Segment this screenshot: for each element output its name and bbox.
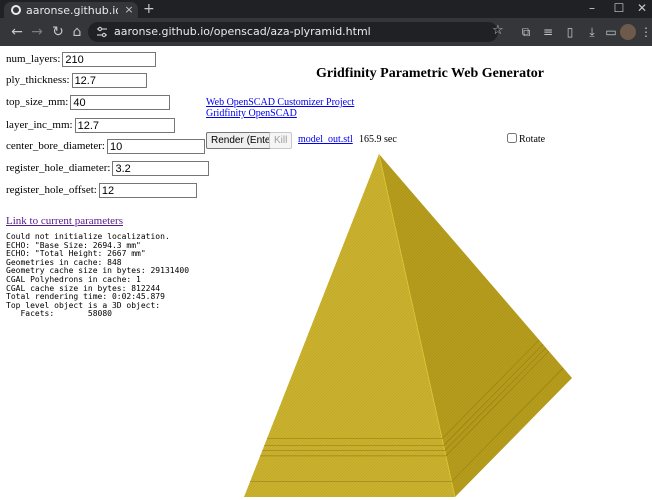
site-info-icon[interactable] xyxy=(96,26,108,38)
pyramid-model xyxy=(244,153,572,498)
console-output: Could not initialize localization. ECHO:… xyxy=(6,232,189,319)
param-center-bore: center_bore_diameter: xyxy=(6,139,205,154)
downloads-icon[interactable]: ⤓ xyxy=(584,23,600,41)
link-web-openscad-customizer[interactable]: Web OpenSCAD Customizer Project xyxy=(206,97,354,108)
param-label: layer_inc_mm: xyxy=(6,119,73,132)
param-label: top_size_mm: xyxy=(6,96,69,109)
reading-list-icon[interactable]: ≡ xyxy=(540,23,556,41)
url-text: aaronse.github.io/openscad/aza-plyramid.… xyxy=(114,25,371,38)
link-current-parameters[interactable]: Link to current parameters xyxy=(6,215,123,227)
github-favicon-icon xyxy=(11,5,21,15)
page-content: num_layers: ply_thickness: top_size_mm: … xyxy=(0,46,652,500)
maximize-button[interactable]: ☐ xyxy=(609,1,629,15)
page-title: Gridfinity Parametric Web Generator xyxy=(316,66,544,81)
param-input[interactable] xyxy=(106,139,205,154)
param-input[interactable] xyxy=(74,118,175,133)
bookmark-star-icon[interactable]: ☆ xyxy=(492,23,504,38)
side-panel-icon[interactable]: ▯ xyxy=(562,23,578,41)
param-ply-thickness: ply_thickness: xyxy=(6,73,147,88)
kill-button[interactable]: Kill xyxy=(269,132,293,149)
profile-avatar[interactable] xyxy=(620,24,636,40)
param-label: ply_thickness: xyxy=(6,74,70,87)
cast-icon[interactable]: ▭ xyxy=(603,23,619,41)
param-num-layers: num_layers: xyxy=(6,52,157,67)
tab-strip: aaronse.github.io/openscad/aza- × + – ☐ … xyxy=(0,0,652,18)
param-register-hole-offset: register_hole_offset: xyxy=(6,183,197,198)
extensions-icon[interactable]: ⧉ xyxy=(518,23,534,41)
param-label: register_hole_diameter: xyxy=(6,162,111,175)
param-register-hole-diameter: register_hole_diameter: xyxy=(6,161,210,176)
new-tab-button[interactable]: + xyxy=(143,1,155,17)
param-label: num_layers: xyxy=(6,53,61,66)
param-layer-inc: layer_inc_mm: xyxy=(6,118,175,133)
param-input[interactable] xyxy=(112,161,210,176)
close-window-button[interactable]: ✕ xyxy=(632,1,652,15)
param-label: register_hole_offset: xyxy=(6,184,97,197)
rotate-checkbox[interactable] xyxy=(507,133,517,143)
browser-tab[interactable]: aaronse.github.io/openscad/aza- × xyxy=(4,2,138,18)
link-gridfinity-openscad[interactable]: Gridfinity OpenSCAD xyxy=(206,108,297,119)
param-input[interactable] xyxy=(70,95,171,110)
address-bar[interactable]: aaronse.github.io/openscad/aza-plyramid.… xyxy=(88,22,504,42)
param-label: center_bore_diameter: xyxy=(6,140,105,153)
model-viewer[interactable] xyxy=(236,151,588,500)
browser-toolbar: ← → ↻ ⌂ aaronse.github.io/openscad/aza-p… xyxy=(0,18,652,46)
forward-arrow-icon[interactable]: → xyxy=(28,23,46,41)
rotate-label: Rotate xyxy=(519,134,546,145)
param-top-size: top_size_mm: xyxy=(6,95,171,110)
menu-kebab-icon[interactable]: ⋮ xyxy=(638,23,652,41)
param-input[interactable] xyxy=(71,73,147,88)
minimize-button[interactable]: – xyxy=(582,1,602,15)
render-time: 165.9 sec xyxy=(359,134,397,145)
tab-title: aaronse.github.io/openscad/aza- xyxy=(26,4,118,17)
console-line: Facets: 58080 xyxy=(6,309,112,319)
param-input[interactable] xyxy=(62,52,157,67)
home-icon[interactable]: ⌂ xyxy=(68,23,86,41)
back-arrow-icon[interactable]: ← xyxy=(8,23,26,41)
tab-close-icon[interactable]: × xyxy=(123,3,135,16)
stl-download-link[interactable]: model_out.stl xyxy=(298,134,353,145)
rotate-toggle[interactable]: Rotate xyxy=(507,133,545,145)
reload-icon[interactable]: ↻ xyxy=(49,23,67,41)
param-input[interactable] xyxy=(98,183,197,198)
